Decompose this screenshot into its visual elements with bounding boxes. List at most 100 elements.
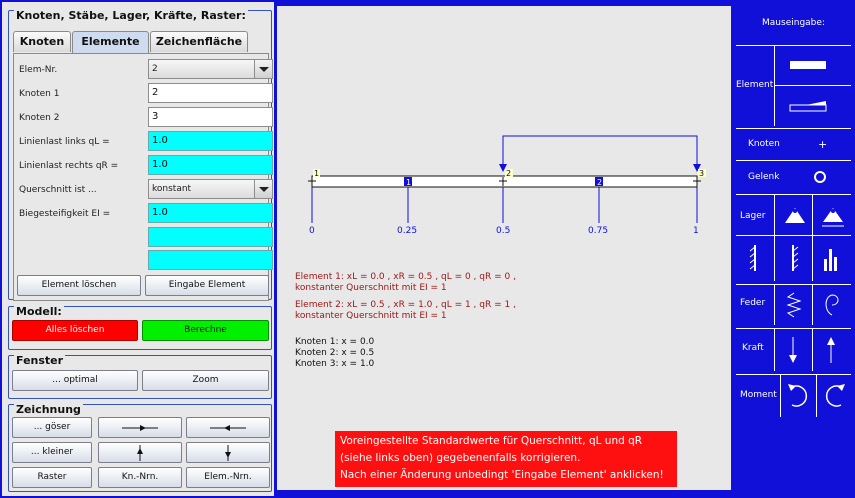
divider xyxy=(812,285,813,325)
tab-knoten[interactable]: Knoten xyxy=(13,31,71,52)
feder-label: Feder xyxy=(740,298,766,308)
divider xyxy=(816,375,817,417)
move-up-button[interactable] xyxy=(98,442,182,463)
element1-line1: Element 1: xL = 0.0 , xR = 0.5 , qL = 0 … xyxy=(295,272,516,282)
divider xyxy=(812,195,813,281)
group-fenster: Fenster ... optimal Zoom xyxy=(8,354,272,399)
knoten1-info: Knoten 1: x = 0.0 xyxy=(295,337,375,347)
element2-line1: Element 2: xL = 0.5 , xR = 1.0 , qL = 1 … xyxy=(295,300,516,310)
roller-support-icon[interactable] xyxy=(820,205,846,229)
elemente-panel: Elem-Nr. 2 Knoten 1 2 Knoten 2 3 Linienl… xyxy=(13,53,273,301)
label-qr: Linienlast rechts qR = xyxy=(19,161,119,171)
divider xyxy=(774,195,775,281)
left-panel: Knoten, Stäbe, Lager, Kräfte, Raster: Kn… xyxy=(2,2,274,496)
element-block: Element xyxy=(736,45,851,126)
plus-icon: + xyxy=(818,138,828,151)
gelenk-block[interactable]: Gelenk xyxy=(736,160,851,190)
raster-button[interactable]: Raster xyxy=(12,467,92,488)
arrow-down-icon xyxy=(225,445,231,461)
ql-input[interactable]: 1.0 xyxy=(148,131,273,151)
knoten1-input[interactable]: 2 xyxy=(148,83,273,103)
knoten-block[interactable]: Knoten + xyxy=(736,128,851,156)
tab-elemente[interactable]: Elemente xyxy=(72,31,149,53)
querschnitt-value: konstant xyxy=(152,184,192,194)
right-panel: Mauseingabe: Element Knoten + Gelenk Lag… xyxy=(734,2,853,496)
feder-block: Feder xyxy=(736,284,851,325)
arrow-up-icon xyxy=(137,445,143,461)
moment-clockwise-icon[interactable] xyxy=(786,381,812,411)
group-knoten-staebe: Knoten, Stäbe, Lager, Kräfte, Raster: Kn… xyxy=(8,9,273,301)
element1-info: Element 1: xL = 0.0 , xR = 0.5 , qL = 0 … xyxy=(295,272,516,294)
label-ql: Linienlast links qL = xyxy=(19,137,110,147)
divider xyxy=(780,375,781,417)
querschnitt-select[interactable]: konstant xyxy=(148,179,273,199)
knoten2-input[interactable]: 3 xyxy=(148,107,273,127)
divider xyxy=(774,329,775,371)
divider xyxy=(774,85,851,86)
elem-nrn-button[interactable]: Elem.-Nrn. xyxy=(186,467,270,488)
elem-nr-select[interactable]: 2 xyxy=(148,59,273,79)
moment-block: Moment xyxy=(736,374,851,417)
qr-input[interactable]: 1.0 xyxy=(148,155,273,175)
node-label-2: 2 xyxy=(506,169,511,178)
knoten2-info: Knoten 2: x = 0.5 xyxy=(295,348,375,358)
element2-line2: konstanter Querschnitt mit EI = 1 xyxy=(295,311,447,321)
ei-value: 1.0 xyxy=(152,207,168,218)
drawing-canvas[interactable]: 1 2 3 1 2 0 0.25 0.5 0.75 1 Element 1: x… xyxy=(276,5,732,491)
lager-label: Lager xyxy=(740,211,766,221)
axis-label-075: 0.75 xyxy=(588,226,608,236)
kleiner-button[interactable]: ... kleiner xyxy=(12,442,92,463)
divider xyxy=(812,329,813,371)
element-beam-icon[interactable] xyxy=(786,58,836,72)
arrow-right-icon xyxy=(122,425,158,431)
optimal-button[interactable]: ... optimal xyxy=(12,370,138,391)
kn-nrn-button[interactable]: Kn.-Nrn. xyxy=(98,467,182,488)
move-left-button[interactable] xyxy=(186,417,270,438)
element-tapered-icon[interactable] xyxy=(786,98,836,112)
beam-drawing: 1 2 3 1 2 0 0.25 0.5 0.75 1 xyxy=(308,135,706,236)
moment-counterclockwise-icon[interactable] xyxy=(821,381,847,411)
force-down-icon[interactable] xyxy=(786,335,800,365)
clamp-support-icon[interactable] xyxy=(820,243,842,273)
element-label-2: 2 xyxy=(597,178,602,187)
zoom-button[interactable]: Zoom xyxy=(142,370,269,391)
label-knoten2: Knoten 2 xyxy=(19,113,60,123)
node-label-1: 1 xyxy=(314,169,319,178)
element1-line2: konstanter Querschnitt mit EI = 1 xyxy=(295,283,447,293)
move-down-button[interactable] xyxy=(186,442,270,463)
group-modell: Modell: Alles löschen Berechne xyxy=(8,305,272,350)
eingabe-element-button[interactable]: Eingabe Element xyxy=(145,275,269,296)
group-title-modell: Modell: xyxy=(14,305,64,318)
force-up-icon[interactable] xyxy=(824,335,838,365)
gelenk-label: Gelenk xyxy=(748,172,780,182)
axis-label-05: 0.5 xyxy=(496,226,510,236)
berechne-button[interactable]: Berechne xyxy=(142,320,269,341)
pin-support-icon[interactable] xyxy=(782,205,808,227)
group-title-knoten-staebe: Knoten, Stäbe, Lager, Kräfte, Raster: xyxy=(14,9,248,22)
ei-input[interactable]: 1.0 xyxy=(148,203,273,223)
node-label-3: 3 xyxy=(699,169,704,178)
mauseingabe-title: Mauseingabe: xyxy=(762,18,825,28)
label-ei: Biegesteifigkeit EI = xyxy=(19,209,111,219)
element-label-1: 1 xyxy=(406,178,411,187)
group-zeichnung: Zeichnung ... göser ... kleiner Raster K… xyxy=(8,403,272,492)
rotational-spring-icon[interactable] xyxy=(820,291,844,319)
warning-line3: Nach einer Änderung unbedingt 'Eingabe E… xyxy=(340,469,664,481)
spring-icon[interactable] xyxy=(782,291,806,319)
warning-line1: Voreingestellte Standardwerte für Quersc… xyxy=(340,435,643,447)
groesser-button[interactable]: ... göser xyxy=(12,417,92,438)
fixed-support-left-icon[interactable] xyxy=(744,243,766,273)
move-right-button[interactable] xyxy=(98,417,182,438)
element-loeschen-button[interactable]: Element löschen xyxy=(17,275,141,296)
extra-input-1[interactable] xyxy=(148,227,273,247)
fixed-support-right-icon[interactable] xyxy=(782,243,804,273)
tab-zeichenflaeche[interactable]: Zeichenfläche xyxy=(150,31,248,52)
extra-input-2[interactable] xyxy=(148,250,273,270)
axis-label-1: 1 xyxy=(693,226,699,236)
chevron-down-icon xyxy=(254,60,272,78)
alles-loeschen-button[interactable]: Alles löschen xyxy=(12,320,138,341)
warning-box: Voreingestellte Standardwerte für Quersc… xyxy=(335,431,677,487)
knoten3-info: Knoten 3: x = 1.0 xyxy=(295,359,375,369)
warning-line2: (siehe links oben) gegebenenfalls korrig… xyxy=(340,452,581,464)
divider xyxy=(774,285,775,325)
